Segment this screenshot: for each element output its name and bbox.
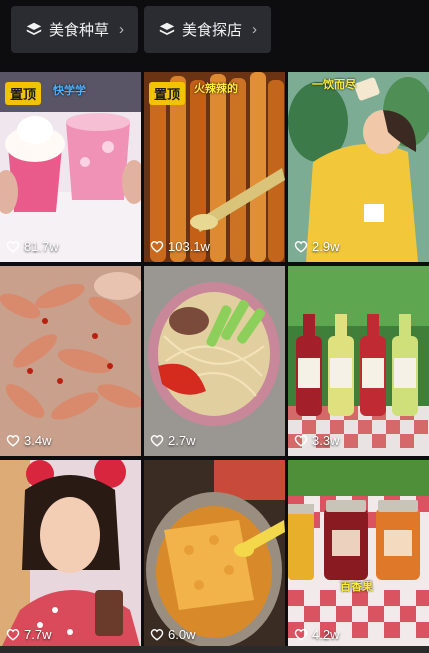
likes-count: 81.7w [6,239,59,254]
pinned-badge: 置顶 [149,82,186,105]
chevron-right-icon: › [252,21,258,38]
likes-count: 3.4w [6,433,51,448]
video-tile[interactable]: 置顶 快学学 81.7w [0,72,141,262]
heart-icon [6,435,20,447]
heart-icon [150,629,164,641]
video-caption: 一饮而尽 [312,79,356,91]
heart-icon [150,435,164,447]
likes-value: 4.2w [312,627,340,642]
video-thumbnail [144,266,285,456]
video-thumbnail [144,460,285,650]
heart-icon [294,629,308,641]
likes-count: 2.9w [294,239,339,254]
likes-value: 6.0w [168,627,196,642]
likes-count: 4.2w [294,627,339,642]
next-row-peek [0,646,429,653]
video-caption: 快学学 [53,85,86,97]
heart-icon [6,629,20,641]
likes-value: 2.9w [312,239,340,254]
video-tile[interactable]: 置顶 火辣辣的 103.1w [144,72,285,262]
filter-chip-label: 美食探店 [182,22,243,39]
filter-chip-food-explore[interactable]: 美食探店 › [144,6,271,53]
video-tile[interactable]: 一饮而尽 2.9w [288,72,429,262]
video-tile[interactable]: 7.7w [0,460,141,650]
likes-count: 3.3w [294,433,339,448]
likes-value: 2.7w [168,433,196,448]
likes-count: 103.1w [150,239,210,254]
likes-count: 7.7w [6,627,51,642]
filter-bar: 美食种草 › 美食探店 › [0,0,429,72]
video-tile[interactable]: 2.7w [144,266,285,456]
video-thumbnail [0,460,141,650]
video-caption: 火辣辣的 [194,83,238,95]
video-tile[interactable]: 6.0w [144,460,285,650]
layers-icon [26,22,42,35]
video-tile[interactable]: 3.3w [288,266,429,456]
heart-icon [294,435,308,447]
chevron-right-icon: › [119,21,125,38]
likes-value: 7.7w [24,627,52,642]
pinned-badge: 置顶 [5,82,42,105]
likes-count: 2.7w [150,433,195,448]
heart-icon [150,241,164,253]
video-thumbnail [0,266,141,456]
filter-chip-label: 美食种草 [49,22,110,39]
layers-icon [159,22,175,35]
likes-value: 103.1w [168,239,210,254]
video-thumbnail [288,72,429,262]
video-tile[interactable]: 百香果 4.2w [288,460,429,650]
video-thumbnail [288,460,429,650]
likes-count: 6.0w [150,627,195,642]
likes-value: 81.7w [24,239,59,254]
video-caption: 百香果 [340,581,373,593]
filter-chip-food-recommend[interactable]: 美食种草 › [11,6,138,53]
likes-value: 3.3w [312,433,340,448]
heart-icon [6,241,20,253]
video-thumbnail [288,266,429,456]
likes-value: 3.4w [24,433,52,448]
video-grid: 置顶 快学学 81.7w 置顶 火辣辣的 103.1w 一饮而尽 2.9w 3.… [0,72,429,653]
heart-icon [294,241,308,253]
video-tile[interactable]: 3.4w [0,266,141,456]
